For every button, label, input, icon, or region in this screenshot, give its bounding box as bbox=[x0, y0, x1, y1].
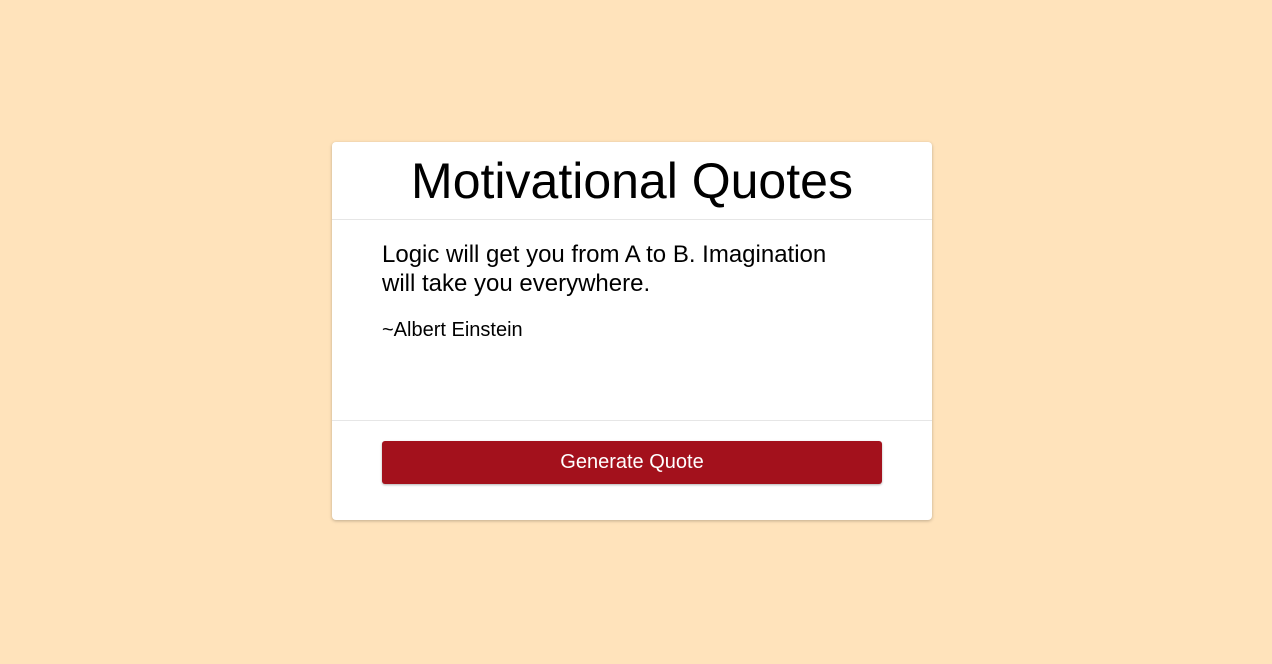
card-footer: Generate Quote bbox=[332, 421, 932, 484]
page-title: Motivational Quotes bbox=[411, 153, 853, 209]
quote-card: Motivational Quotes Logic will get you f… bbox=[332, 142, 932, 520]
generate-quote-button[interactable]: Generate Quote bbox=[382, 441, 882, 484]
quote-text: Logic will get you from A to B. Imaginat… bbox=[382, 241, 827, 297]
card-header: Motivational Quotes bbox=[332, 142, 932, 220]
quote-author: ~Albert Einstein bbox=[382, 319, 523, 341]
quote-section: Logic will get you from A to B. Imaginat… bbox=[332, 220, 932, 421]
